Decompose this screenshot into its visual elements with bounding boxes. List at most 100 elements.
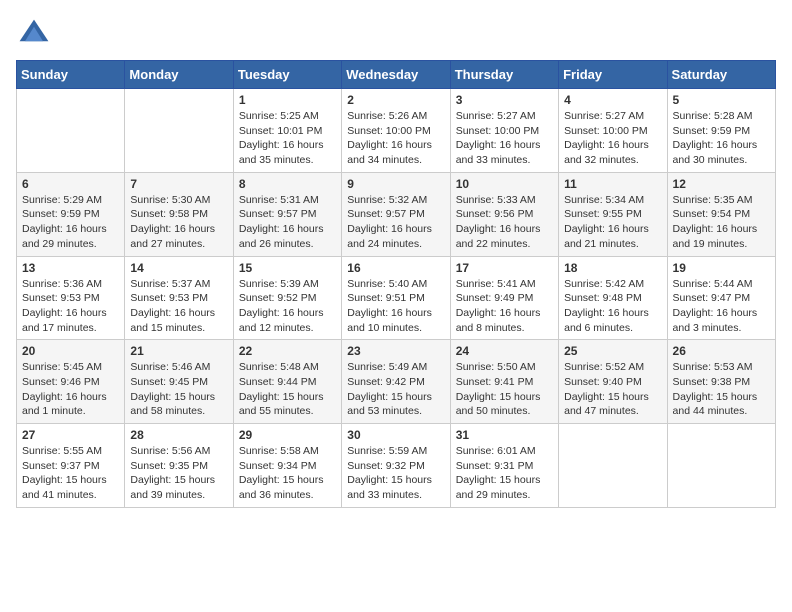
day-info: Sunrise: 5:49 AM Sunset: 9:42 PM Dayligh… bbox=[347, 360, 444, 419]
day-number: 14 bbox=[130, 261, 227, 275]
calendar-header: SundayMondayTuesdayWednesdayThursdayFrid… bbox=[17, 61, 776, 89]
day-number: 16 bbox=[347, 261, 444, 275]
calendar-day: 30 Sunrise: 5:59 AM Sunset: 9:32 PM Dayli… bbox=[342, 424, 450, 508]
day-info: Sunrise: 5:27 AM Sunset: 10:00 PM Daylig… bbox=[564, 109, 661, 168]
day-number: 19 bbox=[673, 261, 770, 275]
calendar-day bbox=[559, 424, 667, 508]
calendar-day: 2Sunrise: 5:26 AM Sunset: 10:00 PM Dayli… bbox=[342, 89, 450, 173]
day-number: 18 bbox=[564, 261, 661, 275]
day-info: Sunrise: 5:40 AM Sunset: 9:51 PM Dayligh… bbox=[347, 277, 444, 336]
calendar-day: 3 Sunrise: 5:27 AM Sunset: 10:00 PM Dayli… bbox=[450, 89, 558, 173]
calendar-day: 21 Sunrise: 5:46 AM Sunset: 9:45 PM Dayli… bbox=[125, 340, 233, 424]
day-number: 15 bbox=[239, 261, 336, 275]
logo bbox=[16, 16, 56, 52]
day-number: 28 bbox=[130, 428, 227, 442]
day-number: 20 bbox=[22, 344, 119, 358]
day-number: 12 bbox=[673, 177, 770, 191]
calendar-day: 11 Sunrise: 5:34 AM Sunset: 9:55 PM Dayli… bbox=[559, 172, 667, 256]
calendar-day bbox=[667, 424, 775, 508]
day-info: Sunrise: 5:32 AM Sunset: 9:57 PM Dayligh… bbox=[347, 193, 444, 252]
calendar-day: 23 Sunrise: 5:49 AM Sunset: 9:42 PM Dayli… bbox=[342, 340, 450, 424]
calendar-day: 9 Sunrise: 5:32 AM Sunset: 9:57 PM Daylig… bbox=[342, 172, 450, 256]
day-number: 31 bbox=[456, 428, 553, 442]
calendar-week-3: 13 Sunrise: 5:36 AM Sunset: 9:53 PM Dayli… bbox=[17, 256, 776, 340]
calendar-day: 1Sunrise: 5:25 AM Sunset: 10:01 PM Dayli… bbox=[233, 89, 341, 173]
day-info: Sunrise: 5:34 AM Sunset: 9:55 PM Dayligh… bbox=[564, 193, 661, 252]
calendar-day: 13 Sunrise: 5:36 AM Sunset: 9:53 PM Dayli… bbox=[17, 256, 125, 340]
day-number: 27 bbox=[22, 428, 119, 442]
day-number: 17 bbox=[456, 261, 553, 275]
weekday-header-sunday: Sunday bbox=[17, 61, 125, 89]
calendar-day: 14 Sunrise: 5:37 AM Sunset: 9:53 PM Dayli… bbox=[125, 256, 233, 340]
calendar-day: 25 Sunrise: 5:52 AM Sunset: 9:40 PM Dayli… bbox=[559, 340, 667, 424]
day-number: 21 bbox=[130, 344, 227, 358]
day-info: Sunrise: 5:44 AM Sunset: 9:47 PM Dayligh… bbox=[673, 277, 770, 336]
weekday-header-friday: Friday bbox=[559, 61, 667, 89]
calendar-day: 6Sunrise: 5:29 AM Sunset: 9:59 PM Daylig… bbox=[17, 172, 125, 256]
day-number: 30 bbox=[347, 428, 444, 442]
calendar-day: 7Sunrise: 5:30 AM Sunset: 9:58 PM Daylig… bbox=[125, 172, 233, 256]
day-info: Sunrise: 6:01 AM Sunset: 9:31 PM Dayligh… bbox=[456, 444, 553, 503]
calendar-week-4: 20 Sunrise: 5:45 AM Sunset: 9:46 PM Dayli… bbox=[17, 340, 776, 424]
logo-icon bbox=[16, 16, 52, 52]
day-info: Sunrise: 5:59 AM Sunset: 9:32 PM Dayligh… bbox=[347, 444, 444, 503]
weekday-header-monday: Monday bbox=[125, 61, 233, 89]
day-number: 29 bbox=[239, 428, 336, 442]
day-number: 23 bbox=[347, 344, 444, 358]
day-number: 8 bbox=[239, 177, 336, 191]
calendar-day: 17 Sunrise: 5:41 AM Sunset: 9:49 PM Dayli… bbox=[450, 256, 558, 340]
day-info: Sunrise: 5:25 AM Sunset: 10:01 PM Daylig… bbox=[239, 109, 336, 168]
calendar-body: 1Sunrise: 5:25 AM Sunset: 10:01 PM Dayli… bbox=[17, 89, 776, 508]
calendar-day bbox=[17, 89, 125, 173]
day-number: 26 bbox=[673, 344, 770, 358]
day-number: 10 bbox=[456, 177, 553, 191]
weekday-header-row: SundayMondayTuesdayWednesdayThursdayFrid… bbox=[17, 61, 776, 89]
day-info: Sunrise: 5:53 AM Sunset: 9:38 PM Dayligh… bbox=[673, 360, 770, 419]
calendar-day: 16 Sunrise: 5:40 AM Sunset: 9:51 PM Dayli… bbox=[342, 256, 450, 340]
calendar-day: 15Sunrise: 5:39 AM Sunset: 9:52 PM Dayli… bbox=[233, 256, 341, 340]
day-info: Sunrise: 5:29 AM Sunset: 9:59 PM Dayligh… bbox=[22, 193, 119, 252]
day-number: 9 bbox=[347, 177, 444, 191]
day-info: Sunrise: 5:56 AM Sunset: 9:35 PM Dayligh… bbox=[130, 444, 227, 503]
calendar-day: 20 Sunrise: 5:45 AM Sunset: 9:46 PM Dayli… bbox=[17, 340, 125, 424]
calendar-week-2: 6Sunrise: 5:29 AM Sunset: 9:59 PM Daylig… bbox=[17, 172, 776, 256]
day-info: Sunrise: 5:31 AM Sunset: 9:57 PM Dayligh… bbox=[239, 193, 336, 252]
calendar-day: 31 Sunrise: 6:01 AM Sunset: 9:31 PM Dayli… bbox=[450, 424, 558, 508]
day-number: 5 bbox=[673, 93, 770, 107]
calendar-day: 27 Sunrise: 5:55 AM Sunset: 9:37 PM Dayli… bbox=[17, 424, 125, 508]
day-info: Sunrise: 5:36 AM Sunset: 9:53 PM Dayligh… bbox=[22, 277, 119, 336]
weekday-header-thursday: Thursday bbox=[450, 61, 558, 89]
day-number: 11 bbox=[564, 177, 661, 191]
day-info: Sunrise: 5:33 AM Sunset: 9:56 PM Dayligh… bbox=[456, 193, 553, 252]
day-info: Sunrise: 5:27 AM Sunset: 10:00 PM Daylig… bbox=[456, 109, 553, 168]
day-info: Sunrise: 5:52 AM Sunset: 9:40 PM Dayligh… bbox=[564, 360, 661, 419]
day-info: Sunrise: 5:35 AM Sunset: 9:54 PM Dayligh… bbox=[673, 193, 770, 252]
day-number: 7 bbox=[130, 177, 227, 191]
day-info: Sunrise: 5:58 AM Sunset: 9:34 PM Dayligh… bbox=[239, 444, 336, 503]
calendar: SundayMondayTuesdayWednesdayThursdayFrid… bbox=[16, 60, 776, 508]
day-number: 3 bbox=[456, 93, 553, 107]
day-number: 25 bbox=[564, 344, 661, 358]
day-info: Sunrise: 5:50 AM Sunset: 9:41 PM Dayligh… bbox=[456, 360, 553, 419]
day-info: Sunrise: 5:41 AM Sunset: 9:49 PM Dayligh… bbox=[456, 277, 553, 336]
calendar-day: 22Sunrise: 5:48 AM Sunset: 9:44 PM Dayli… bbox=[233, 340, 341, 424]
day-info: Sunrise: 5:46 AM Sunset: 9:45 PM Dayligh… bbox=[130, 360, 227, 419]
day-info: Sunrise: 5:37 AM Sunset: 9:53 PM Dayligh… bbox=[130, 277, 227, 336]
calendar-day: 18 Sunrise: 5:42 AM Sunset: 9:48 PM Dayli… bbox=[559, 256, 667, 340]
calendar-week-5: 27 Sunrise: 5:55 AM Sunset: 9:37 PM Dayli… bbox=[17, 424, 776, 508]
day-number: 24 bbox=[456, 344, 553, 358]
day-info: Sunrise: 5:42 AM Sunset: 9:48 PM Dayligh… bbox=[564, 277, 661, 336]
calendar-week-1: 1Sunrise: 5:25 AM Sunset: 10:01 PM Dayli… bbox=[17, 89, 776, 173]
calendar-day: 29 Sunrise: 5:58 AM Sunset: 9:34 PM Dayli… bbox=[233, 424, 341, 508]
calendar-day: 19 Sunrise: 5:44 AM Sunset: 9:47 PM Dayli… bbox=[667, 256, 775, 340]
weekday-header-tuesday: Tuesday bbox=[233, 61, 341, 89]
calendar-day: 8 Sunrise: 5:31 AM Sunset: 9:57 PM Daylig… bbox=[233, 172, 341, 256]
calendar-day: 10 Sunrise: 5:33 AM Sunset: 9:56 PM Dayli… bbox=[450, 172, 558, 256]
day-number: 13 bbox=[22, 261, 119, 275]
day-info: Sunrise: 5:45 AM Sunset: 9:46 PM Dayligh… bbox=[22, 360, 119, 419]
calendar-day: 26 Sunrise: 5:53 AM Sunset: 9:38 PM Dayli… bbox=[667, 340, 775, 424]
day-info: Sunrise: 5:28 AM Sunset: 9:59 PM Dayligh… bbox=[673, 109, 770, 168]
weekday-header-saturday: Saturday bbox=[667, 61, 775, 89]
day-info: Sunrise: 5:55 AM Sunset: 9:37 PM Dayligh… bbox=[22, 444, 119, 503]
day-number: 4 bbox=[564, 93, 661, 107]
